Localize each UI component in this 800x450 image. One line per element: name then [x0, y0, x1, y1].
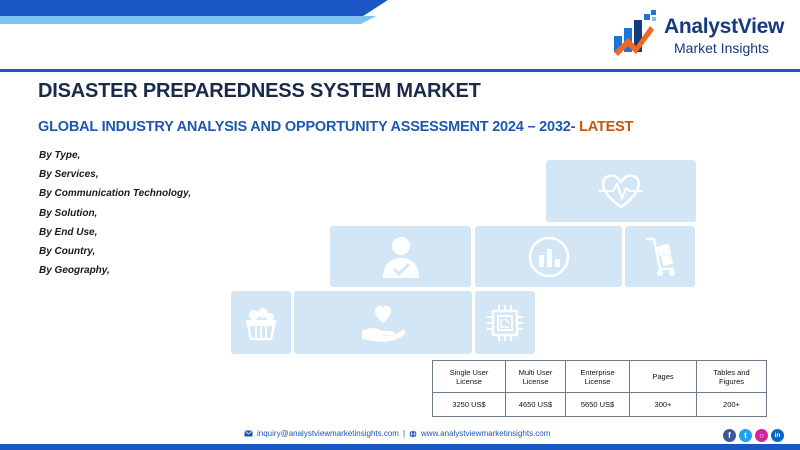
email-icon: [244, 430, 253, 437]
segment-item: By Solution,: [39, 207, 98, 219]
brand-tagline: Market Insights: [674, 40, 769, 56]
contact-separator: |: [402, 429, 406, 438]
segment-item: By Services,: [39, 169, 99, 181]
heart-in-hand-icon: [362, 305, 406, 342]
user-check-icon: [382, 236, 419, 278]
twitter-icon[interactable]: t: [739, 429, 752, 442]
chip-icon: [487, 304, 523, 341]
tile-bar-chart: [475, 226, 622, 287]
subtitle-accent: LATEST: [579, 119, 634, 135]
enterprise-license-header: Enterprise License: [565, 360, 630, 393]
segment-item: By Geography,: [39, 265, 110, 277]
top-decor-band-light: [0, 16, 376, 24]
facebook-icon[interactable]: f: [723, 429, 736, 442]
segment-item: By End Use,: [39, 226, 98, 238]
contact-email-link[interactable]: inquiry@analystviewmarketinsights.com: [257, 429, 399, 438]
contact-bar: inquiry@analystviewmarketinsights.com | …: [244, 429, 550, 438]
report-title: DISASTER PREPAREDNESS SYSTEM MARKET: [38, 80, 481, 102]
single-user-license-header: Single User License: [432, 360, 506, 393]
heart-pulse-icon: [599, 174, 643, 209]
linkedin-icon[interactable]: in: [771, 429, 784, 442]
brand-name: AnalystView: [664, 15, 785, 38]
license-values-row: 3250 US$ 4650 US$ 5650 US$ 300+ 200+: [432, 392, 767, 417]
pages-count: 300+: [629, 392, 697, 417]
segment-item: By Communication Technology,: [39, 188, 192, 200]
tables-figures-count: 200+: [696, 392, 767, 417]
tile-hand-truck: [625, 226, 695, 287]
contact-website-link[interactable]: www.analystviewmarketinsights.com: [421, 429, 550, 438]
header-divider: [0, 69, 800, 72]
brand-logo[interactable]: AnalystView Market Insights: [612, 8, 792, 58]
tables-figures-header: Tables and Figures: [696, 360, 767, 393]
subtitle-main: GLOBAL INDUSTRY ANALYSIS AND OPPORTUNITY…: [38, 119, 576, 135]
tile-user-check: [330, 226, 471, 287]
report-subtitle: GLOBAL INDUSTRY ANALYSIS AND OPPORTUNITY…: [38, 119, 633, 135]
license-table: Single User License Multi User License Ent…: [432, 360, 767, 417]
pages-header: Pages: [629, 360, 697, 393]
globe-icon: [409, 429, 417, 438]
tile-heart-monitor: [546, 160, 696, 222]
footer-band: [0, 444, 800, 450]
license-header-row: Single User License Multi User License Ent…: [432, 360, 767, 393]
social-links: f t ○ in: [723, 429, 784, 442]
tile-heart-hand: [294, 291, 472, 354]
bar-chart-icon: [528, 236, 569, 277]
segment-item: By Country,: [39, 245, 96, 257]
single-user-price[interactable]: 3250 US$: [432, 392, 506, 417]
basket-icon: [246, 307, 276, 340]
segment-list: By Type, By Services, By Communication T…: [39, 146, 191, 280]
tile-basket: [231, 291, 291, 354]
logo-mark-icon: [614, 10, 656, 56]
tile-chip: [475, 291, 535, 354]
multi-user-price[interactable]: 4650 US$: [505, 392, 566, 417]
instagram-icon[interactable]: ○: [755, 429, 768, 442]
segment-item: By Type,: [39, 150, 81, 161]
enterprise-price[interactable]: 5650 US$: [565, 392, 630, 417]
hand-truck-icon: [646, 237, 675, 276]
multi-user-license-header: Multi User License: [505, 360, 566, 393]
